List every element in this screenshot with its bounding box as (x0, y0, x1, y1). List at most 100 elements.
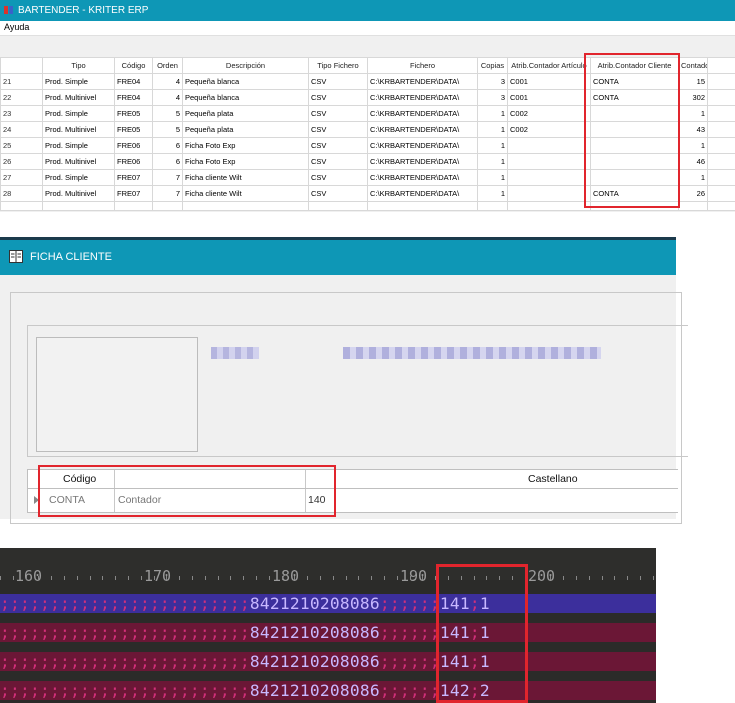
editor-line[interactable]: ;;;;;;;;;;;;;;;;;;;;;;;;;8421210208086;;… (0, 594, 656, 613)
editor-line[interactable]: ;;;;;;;;;;;;;;;;;;;;;;;;;8421210208086;;… (0, 652, 656, 671)
col-header-copias[interactable]: Copias (477, 57, 508, 74)
cell-tipo-fichero[interactable]: CSV (308, 169, 368, 186)
cell-atrib-articulo[interactable]: C002 (507, 121, 591, 138)
cell-atrib-articulo[interactable] (507, 169, 591, 186)
cell-tipo-fichero[interactable]: CSV (308, 89, 368, 106)
menu-ayuda[interactable]: Ayuda (4, 22, 29, 32)
col-header-fichero[interactable]: Fichero (367, 57, 478, 74)
cell-contador[interactable]: 26 (678, 185, 708, 202)
cell-tipo-fichero[interactable]: CSV (308, 73, 368, 90)
editor-line[interactable]: ;;;;;;;;;;;;;;;;;;;;;;;;;8421210208086;;… (0, 623, 656, 642)
cell-contador[interactable]: 15 (678, 73, 708, 90)
cell-contador[interactable]: 1 (678, 105, 708, 122)
cell-copias[interactable]: 3 (477, 89, 508, 106)
cell-extra (707, 169, 735, 186)
cell-rownum[interactable]: 26 (0, 153, 43, 170)
cell-orden[interactable]: 7 (152, 185, 183, 202)
cell-rownum[interactable]: 25 (0, 137, 43, 154)
cell-codigo[interactable]: FRE06 (114, 153, 153, 170)
cell-contador[interactable]: 46 (678, 153, 708, 170)
cell-descripcion[interactable]: Ficha Foto Exp (182, 137, 309, 154)
cell-fichero[interactable]: C:\KRBARTENDER\DATA\ (367, 185, 478, 202)
line-text: ;;;;;;;;;;;;;;;;;;;;;;;;;8421210208086;;… (0, 652, 490, 671)
cell-copias[interactable]: 1 (477, 153, 508, 170)
cell-tipo-fichero[interactable]: CSV (308, 121, 368, 138)
col-header-descripcion[interactable]: Descripción (182, 57, 309, 74)
editor-line[interactable]: ;;;;;;;;;;;;;;;;;;;;;;;;;8421210208086;;… (0, 681, 656, 700)
cell-codigo[interactable]: FRE05 (114, 121, 153, 138)
cell-tipo[interactable]: Prod. Simple (42, 73, 115, 90)
cell-rownum[interactable]: 23 (0, 105, 43, 122)
cell-tipo[interactable]: Prod. Multinivel (42, 121, 115, 138)
editor-lines[interactable]: ;;;;;;;;;;;;;;;;;;;;;;;;;8421210208086;;… (0, 548, 656, 703)
cell-contador[interactable]: 1 (678, 137, 708, 154)
cell-tipo-fichero[interactable]: CSV (308, 185, 368, 202)
cell-atrib-articulo[interactable]: C001 (507, 73, 591, 90)
cell-descripcion[interactable]: Pequeña plata (182, 121, 309, 138)
cell-contador[interactable]: 1 (678, 169, 708, 186)
cell-codigo[interactable]: FRE07 (114, 169, 153, 186)
col-header-atrib-articulo[interactable]: Atrib.Contador Artículo (507, 57, 591, 74)
cell-fichero[interactable]: C:\KRBARTENDER\DATA\ (367, 169, 478, 186)
col-header-codigo[interactable]: Código (114, 57, 153, 74)
cell-orden[interactable]: 7 (152, 169, 183, 186)
cell-tipo[interactable]: Prod. Simple (42, 169, 115, 186)
cell-codigo[interactable]: FRE06 (114, 137, 153, 154)
cell-rownum[interactable]: 22 (0, 89, 43, 106)
cell-fichero[interactable]: C:\KRBARTENDER\DATA\ (367, 121, 478, 138)
cell-tipo[interactable]: Prod. Multinivel (42, 185, 115, 202)
cell-orden[interactable]: 6 (152, 153, 183, 170)
cell-rownum[interactable]: 21 (0, 73, 43, 90)
cell-tipo-fichero[interactable]: CSV (308, 105, 368, 122)
cell-fichero[interactable]: C:\KRBARTENDER\DATA\ (367, 89, 478, 106)
cell-copias[interactable]: 1 (477, 105, 508, 122)
cell-fichero[interactable]: C:\KRBARTENDER\DATA\ (367, 73, 478, 90)
cell-descripcion[interactable]: Pequeña blanca (182, 89, 309, 106)
cell-codigo[interactable]: FRE05 (114, 105, 153, 122)
cell-orden[interactable]: 5 (152, 121, 183, 138)
cell-descripcion[interactable]: Pequeña plata (182, 105, 309, 122)
cell-orden[interactable]: 4 (152, 73, 183, 90)
cell-atrib-articulo[interactable] (507, 153, 591, 170)
cell-descripcion[interactable]: Ficha Foto Exp (182, 153, 309, 170)
cell-copias[interactable]: 1 (477, 121, 508, 138)
cell-codigo[interactable]: FRE04 (114, 89, 153, 106)
cell-contador[interactable]: 302 (678, 89, 708, 106)
cell-copias[interactable]: 3 (477, 73, 508, 90)
cell-atrib-articulo[interactable] (507, 137, 591, 154)
cell-descripcion[interactable]: Pequeña blanca (182, 73, 309, 90)
client-photo-placeholder[interactable] (36, 337, 198, 452)
separator-dots: ;;;;;; (379, 681, 440, 700)
cell-rownum[interactable]: 27 (0, 169, 43, 186)
cell-atrib-articulo[interactable]: C002 (507, 105, 591, 122)
cell-fichero[interactable]: C:\KRBARTENDER\DATA\ (367, 153, 478, 170)
cell-descripcion[interactable]: Ficha cliente Wilt (182, 185, 309, 202)
cell-tipo[interactable]: Prod. Simple (42, 137, 115, 154)
cell-orden[interactable]: 4 (152, 89, 183, 106)
cell-tipo[interactable]: Prod. Simple (42, 105, 115, 122)
cell-fichero[interactable]: C:\KRBARTENDER\DATA\ (367, 105, 478, 122)
col-header-contador[interactable]: Contador (678, 57, 708, 74)
cell-tipo-fichero[interactable]: CSV (308, 153, 368, 170)
cell-copias[interactable]: 1 (477, 137, 508, 154)
col-header-tipo-fichero[interactable]: Tipo Fichero (308, 57, 368, 74)
cell-orden[interactable]: 6 (152, 137, 183, 154)
cell-atrib-articulo[interactable] (507, 185, 591, 202)
cell-fichero[interactable]: C:\KRBARTENDER\DATA\ (367, 137, 478, 154)
cell-codigo[interactable]: FRE07 (114, 185, 153, 202)
cell-contador[interactable]: 43 (678, 121, 708, 138)
col-header-tipo[interactable]: Tipo (42, 57, 115, 74)
cell-copias[interactable]: 1 (477, 169, 508, 186)
cell-codigo[interactable]: FRE04 (114, 73, 153, 90)
col-header-orden[interactable]: Orden (152, 57, 183, 74)
header-castellano[interactable]: Castellano (528, 473, 578, 485)
cell-descripcion[interactable]: Ficha cliente Wilt (182, 169, 309, 186)
cell-orden[interactable]: 5 (152, 105, 183, 122)
cell-atrib-articulo[interactable]: C001 (507, 89, 591, 106)
cell-tipo-fichero[interactable]: CSV (308, 137, 368, 154)
cell-rownum[interactable]: 24 (0, 121, 43, 138)
cell-tipo[interactable]: Prod. Multinivel (42, 89, 115, 106)
cell-rownum[interactable]: 28 (0, 185, 43, 202)
cell-copias[interactable]: 1 (477, 185, 508, 202)
cell-tipo[interactable]: Prod. Multinivel (42, 153, 115, 170)
